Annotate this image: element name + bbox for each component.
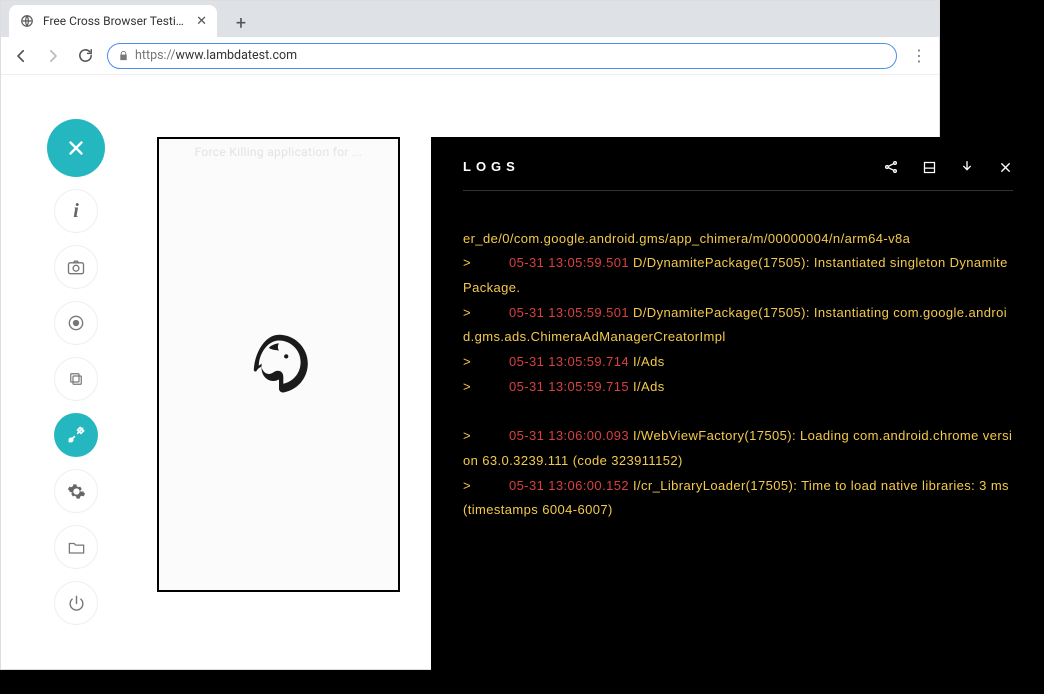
url-protocol: https://: [135, 48, 176, 63]
tools-icon: [66, 425, 86, 445]
close-session-button[interactable]: [47, 119, 105, 177]
layout-icon[interactable]: [921, 159, 937, 175]
log-line: >05-31 13:05:59.714 I/Ads: [463, 350, 1013, 375]
url-input[interactable]: https://www.lambdatest.com: [107, 43, 897, 69]
firefox-icon: [243, 329, 315, 401]
share-icon[interactable]: [883, 159, 899, 175]
close-logs-icon[interactable]: [997, 159, 1013, 175]
power-button[interactable]: [54, 581, 98, 625]
device-status-text: Force Killing application for ...: [159, 145, 398, 159]
logs-actions: [883, 159, 1013, 175]
page-content: i Force Killing: [1, 75, 939, 669]
url-host: www.lambdatest.com: [176, 48, 298, 63]
log-line: [463, 400, 1013, 425]
tab-bar: Free Cross Browser Testing Clou ✕ +: [1, 1, 939, 37]
devtools-button[interactable]: [54, 413, 98, 457]
logs-panel: LOGS er_de/0/com.google.andro: [431, 137, 1044, 687]
info-icon: i: [73, 200, 79, 223]
gear-icon: [67, 482, 86, 501]
new-tab-button[interactable]: +: [227, 9, 255, 37]
copy-icon: [67, 370, 85, 388]
log-line: >05-31 13:05:59.501 D/DynamitePackage(17…: [463, 301, 1013, 350]
tab-title: Free Cross Browser Testing Clou: [43, 14, 190, 28]
log-line: >05-31 13:05:59.715 I/Ads: [463, 375, 1013, 400]
logs-header: LOGS: [463, 155, 1013, 191]
folder-icon: [67, 538, 86, 557]
browser-tab[interactable]: Free Cross Browser Testing Clou ✕: [9, 5, 217, 37]
record-icon: [66, 313, 86, 333]
info-button[interactable]: i: [54, 189, 98, 233]
browser-window: Free Cross Browser Testing Clou ✕ + http…: [0, 0, 940, 670]
log-line: er_de/0/com.google.android.gms/app_chime…: [463, 227, 1013, 252]
download-icon[interactable]: [959, 159, 975, 175]
reload-button[interactable]: [75, 46, 95, 66]
record-button[interactable]: [54, 301, 98, 345]
device-frame: Force Killing application for ...: [157, 137, 400, 592]
forward-button[interactable]: [43, 46, 63, 66]
left-rail: i: [47, 119, 105, 625]
log-line: >05-31 13:06:00.152 I/cr_LibraryLoader(1…: [463, 474, 1013, 523]
logs-body[interactable]: er_de/0/com.google.android.gms/app_chime…: [463, 227, 1013, 523]
power-icon: [67, 594, 86, 613]
screenshot-button[interactable]: [54, 245, 98, 289]
settings-button[interactable]: [54, 469, 98, 513]
lock-icon: [118, 50, 129, 61]
browser-more-icon[interactable]: ⋮: [909, 46, 929, 65]
copy-button[interactable]: [54, 357, 98, 401]
log-line: >05-31 13:06:00.093 I/WebViewFactory(175…: [463, 424, 1013, 473]
address-bar: https://www.lambdatest.com ⋮: [1, 37, 939, 75]
back-button[interactable]: [11, 46, 31, 66]
log-line: >05-31 13:05:59.501 D/DynamitePackage(17…: [463, 251, 1013, 300]
files-button[interactable]: [54, 525, 98, 569]
camera-icon: [66, 257, 86, 277]
tab-favicon-icon: [19, 13, 35, 29]
logs-title: LOGS: [463, 155, 520, 180]
tab-close-icon[interactable]: ✕: [196, 14, 207, 29]
